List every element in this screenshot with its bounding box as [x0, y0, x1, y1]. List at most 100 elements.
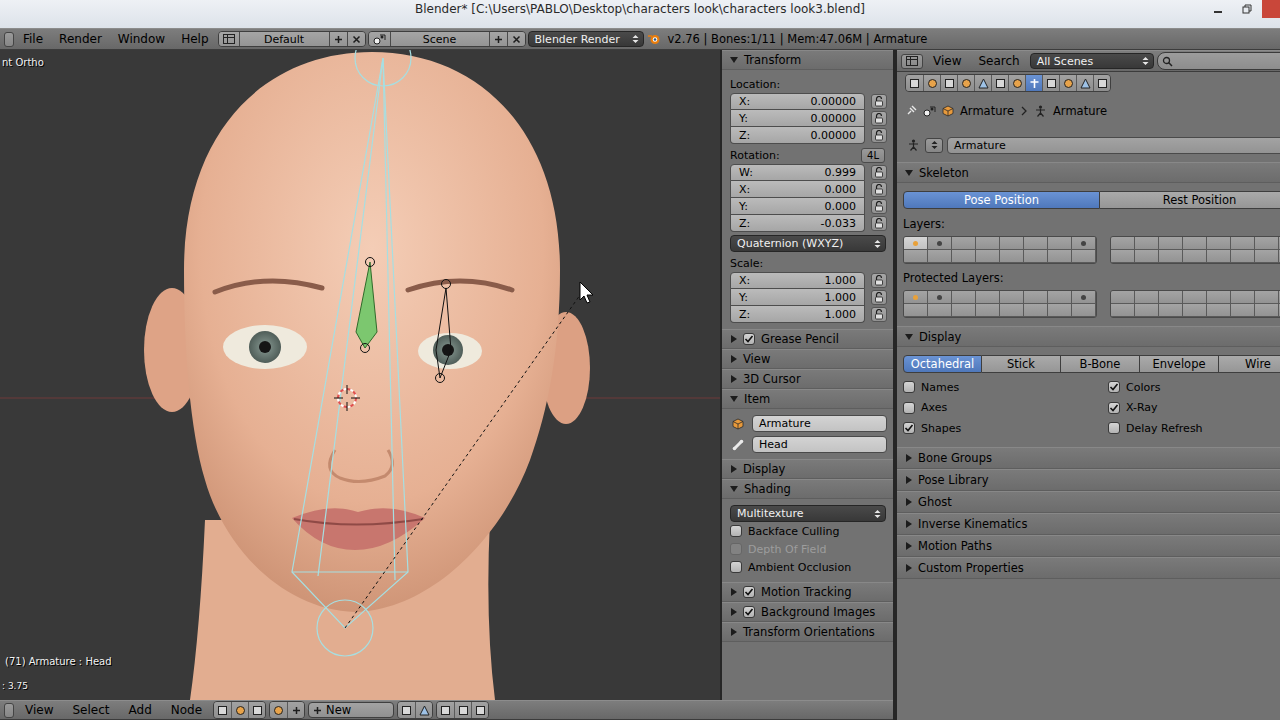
checkbox-row[interactable]: Axes [903, 398, 1108, 418]
search-field[interactable] [1157, 52, 1280, 70]
view-option-button[interactable] [398, 702, 415, 718]
layer-cell[interactable] [1159, 291, 1183, 304]
layer-cell[interactable] [1231, 304, 1255, 317]
layer-cell[interactable] [1000, 291, 1024, 304]
panel-header[interactable]: Background Images [722, 602, 893, 622]
menu-item[interactable]: File [16, 31, 50, 47]
panel-header[interactable]: View [722, 349, 893, 369]
panel-header[interactable]: Pose Library [897, 469, 1280, 491]
lock-button[interactable] [871, 290, 887, 305]
layer-cell[interactable] [1072, 250, 1096, 263]
layer-cell[interactable] [1111, 250, 1135, 263]
display-type-button[interactable]: Stick [982, 355, 1061, 373]
3d-viewport[interactable]: nt Ortho(71) Armature : Head: 3.75 [0, 50, 720, 700]
layer-cell[interactable] [976, 304, 1000, 317]
checkbox-row[interactable]: Backface Culling [730, 522, 887, 540]
menu-item[interactable]: View [17, 702, 61, 718]
context-tab[interactable] [1059, 75, 1076, 91]
checkbox-row[interactable]: Names [903, 377, 1108, 397]
number-field[interactable]: Z:0.00000 [730, 127, 865, 144]
layer-cell[interactable] [1135, 304, 1159, 317]
panel-header[interactable]: Custom Properties [897, 557, 1280, 579]
layer-cell[interactable] [1111, 304, 1135, 317]
3d-cursor-icon[interactable] [334, 385, 360, 411]
layer-cell[interactable] [1279, 304, 1280, 317]
layer-cell[interactable] [1024, 304, 1048, 317]
lock-button[interactable] [871, 111, 887, 126]
layer-cell[interactable] [1072, 291, 1096, 304]
layer-cell[interactable] [1279, 237, 1280, 250]
object-name-field[interactable]: Armature [752, 415, 887, 432]
lock-button[interactable] [871, 182, 887, 197]
layer-cell[interactable] [952, 304, 976, 317]
lock-button[interactable] [871, 273, 887, 288]
editor-type-button[interactable] [4, 32, 14, 47]
panel-header[interactable]: Transform [722, 50, 893, 70]
layer-cell[interactable] [976, 250, 1000, 263]
layer-cell[interactable] [1183, 304, 1207, 317]
layer-cell[interactable] [1279, 291, 1280, 304]
layer-cell[interactable] [904, 250, 928, 263]
layer-cell[interactable] [928, 250, 952, 263]
panel-header[interactable]: 3D Cursor [722, 369, 893, 389]
layer-cell[interactable] [904, 237, 928, 250]
layout-field[interactable]: Default [239, 32, 329, 46]
snap-button[interactable] [454, 702, 471, 718]
layer-cell[interactable] [1135, 250, 1159, 263]
panel-header[interactable]: Display [722, 459, 893, 479]
layout-icon-button[interactable] [219, 32, 239, 46]
tree-type-button[interactable] [231, 702, 248, 718]
layer-cell[interactable] [1159, 250, 1183, 263]
layer-cell[interactable] [952, 237, 976, 250]
context-tab[interactable] [1042, 75, 1059, 91]
number-field[interactable]: X:0.00000 [730, 93, 865, 110]
layer-cell[interactable] [1159, 237, 1183, 250]
display-type-button[interactable]: Wire [1219, 355, 1280, 373]
checkbox-row[interactable]: Shapes [903, 418, 1108, 438]
menu-item[interactable]: Window [111, 31, 172, 47]
editor-type-button[interactable] [901, 54, 923, 69]
layer-cell[interactable] [1000, 237, 1024, 250]
checkbox[interactable] [1108, 381, 1120, 393]
checkbox-row[interactable]: X-Ray [1108, 398, 1280, 418]
layer-cell[interactable] [1183, 250, 1207, 263]
add-scene-button[interactable] [489, 32, 507, 46]
remove-scene-button[interactable] [507, 32, 525, 46]
layer-cell[interactable] [1111, 237, 1135, 250]
checkbox[interactable] [903, 422, 915, 434]
lock-button[interactable] [871, 128, 887, 143]
layer-cell[interactable] [1207, 304, 1231, 317]
layer-cell[interactable] [1072, 237, 1096, 250]
layer-cell[interactable] [928, 291, 952, 304]
layer-cell[interactable] [976, 237, 1000, 250]
lock-button[interactable] [871, 199, 887, 214]
shading-mode-dropdown[interactable]: Multitexture [730, 505, 886, 522]
number-field[interactable]: W:0.999 [730, 164, 865, 181]
menu-item[interactable]: Help [174, 31, 215, 47]
checkbox[interactable] [743, 586, 755, 598]
context-tab[interactable] [974, 75, 991, 91]
checkbox[interactable] [730, 525, 742, 537]
view-option-button[interactable] [415, 702, 432, 718]
lock-button[interactable] [871, 307, 887, 322]
datablock-name-field[interactable]: Armature [947, 137, 1280, 154]
remove-layout-button[interactable] [347, 32, 365, 46]
eye-bone[interactable] [436, 280, 452, 383]
number-field[interactable]: Y:0.00000 [730, 110, 865, 127]
context-tab[interactable] [1025, 75, 1042, 91]
layout-selector[interactable]: Default [218, 31, 366, 47]
panel-header[interactable]: Shading [722, 479, 893, 499]
panel-header[interactable]: Item [722, 389, 893, 409]
viewport-scene[interactable] [0, 50, 720, 700]
context-tab[interactable] [991, 75, 1008, 91]
maximize-button[interactable] [1233, 0, 1260, 18]
lock-button[interactable] [871, 165, 887, 180]
add-layout-button[interactable] [329, 32, 347, 46]
layer-cell[interactable] [1255, 291, 1279, 304]
menu-item[interactable]: Select [64, 702, 117, 718]
minimize-button[interactable] [1204, 0, 1231, 18]
layer-cell[interactable] [1183, 291, 1207, 304]
layer-cell[interactable] [1135, 237, 1159, 250]
new-button[interactable]: New [308, 702, 394, 718]
context-tab[interactable] [923, 75, 940, 91]
